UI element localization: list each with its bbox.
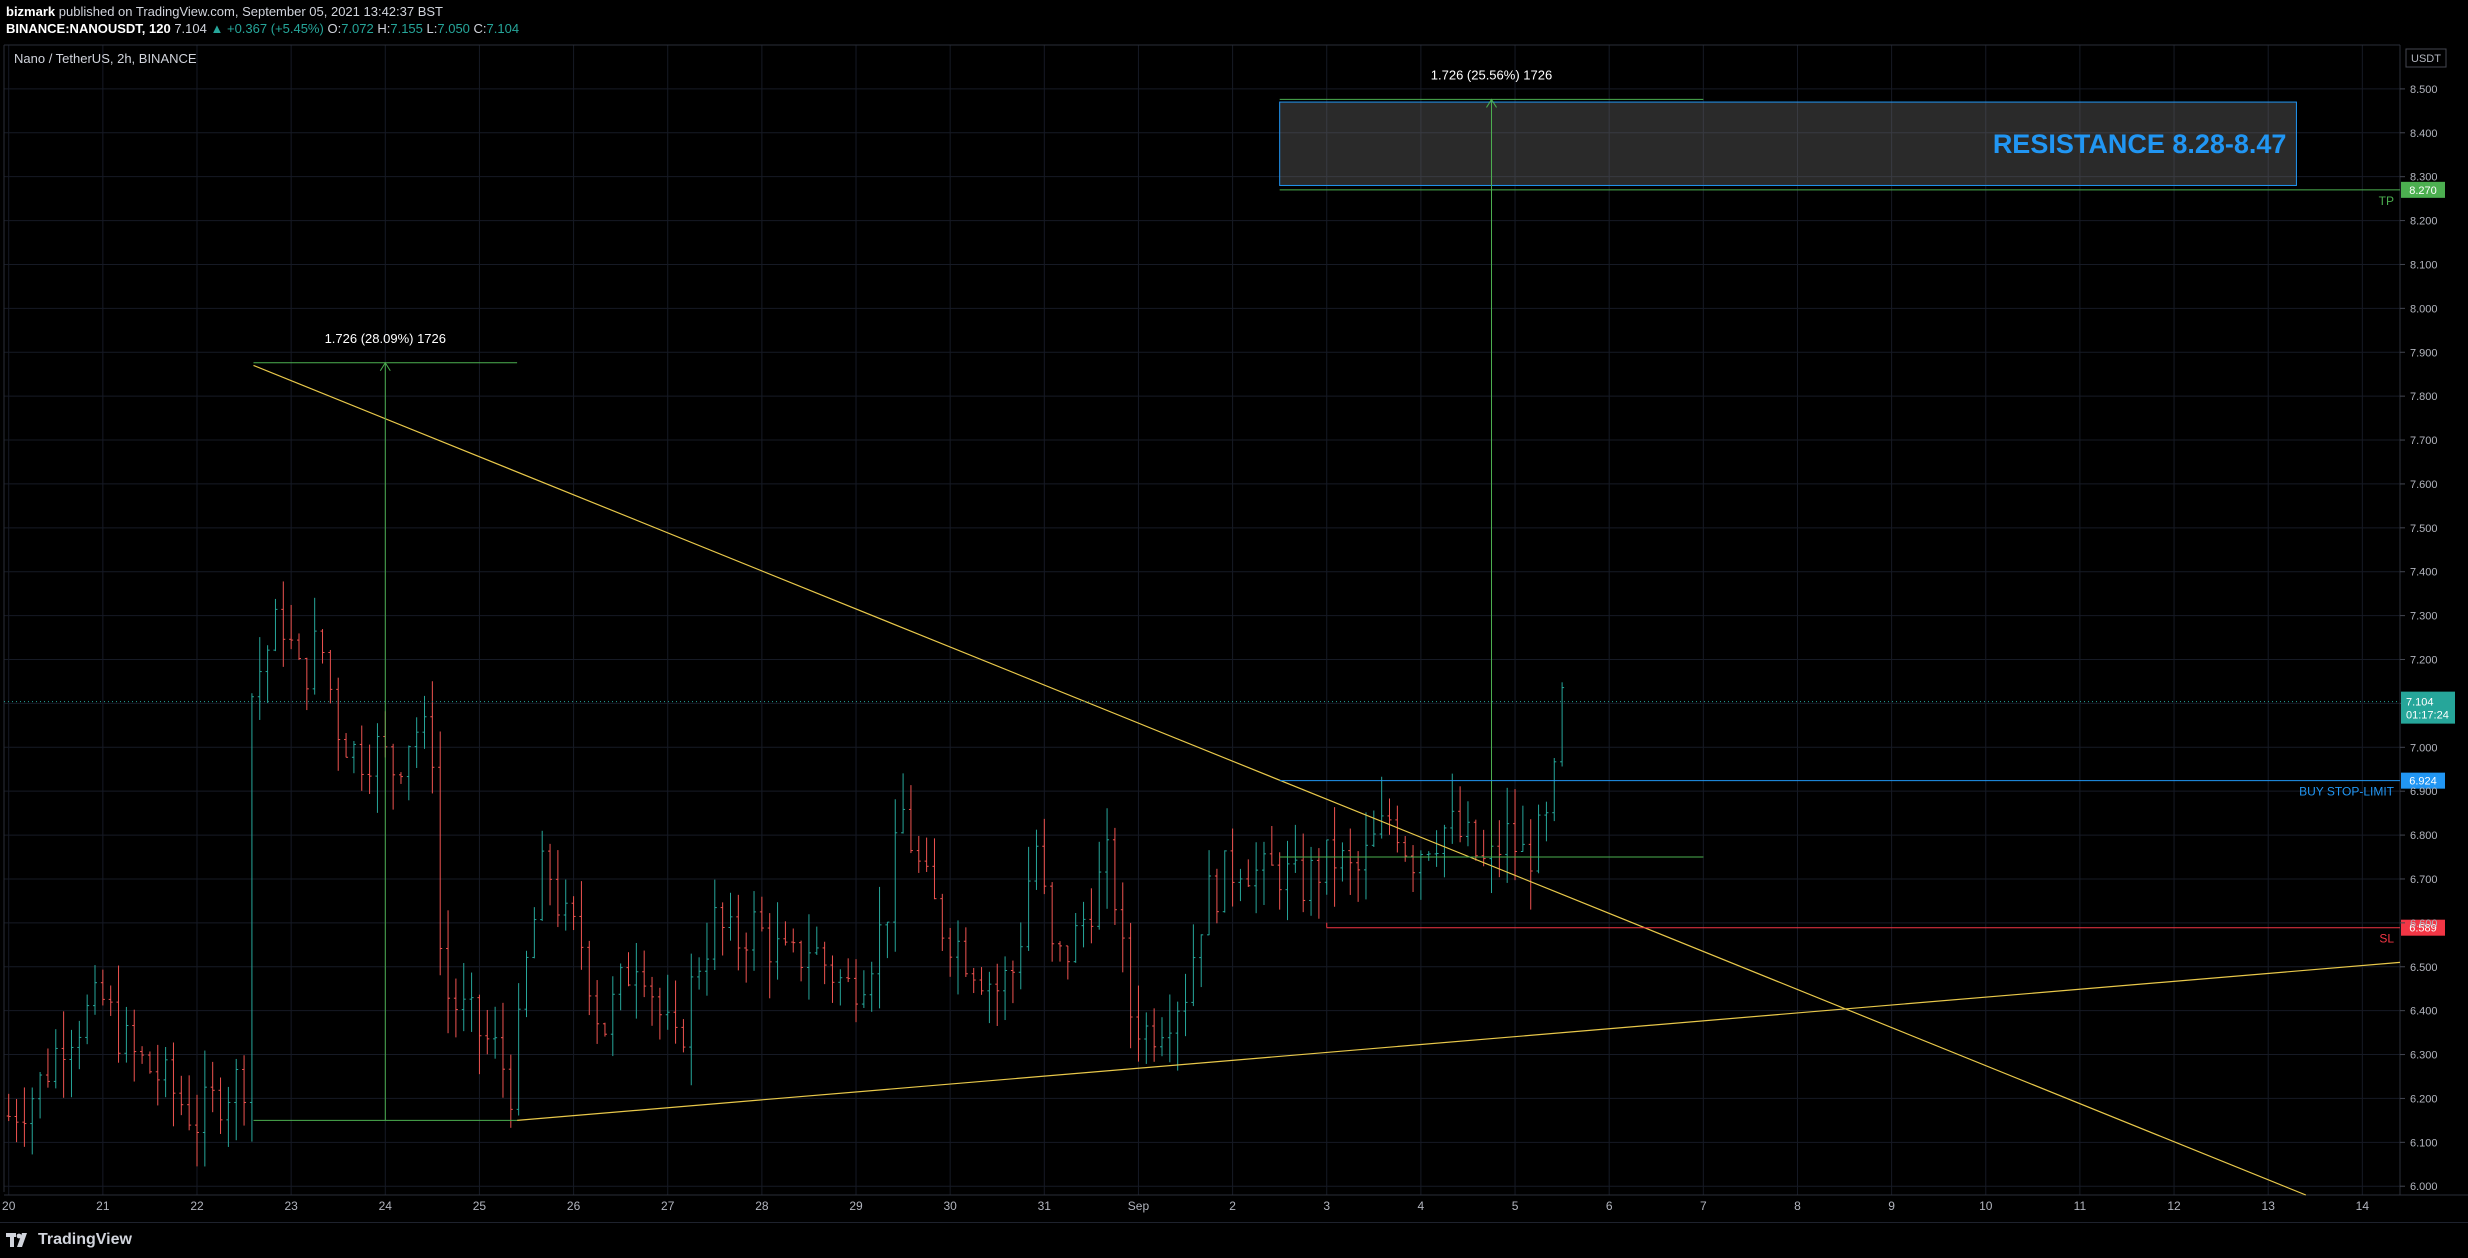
y-tick-label: 6.100: [2410, 1137, 2438, 1149]
x-tick-label: 30: [943, 1199, 957, 1213]
y-tick-label: 6.200: [2410, 1093, 2438, 1105]
y-tick-label: 6.400: [2410, 1006, 2438, 1018]
y-tick-label: 6.800: [2410, 830, 2438, 842]
y-tick-label: 6.000: [2410, 1181, 2438, 1193]
x-tick-label: 28: [755, 1199, 769, 1213]
y-tick-label: 7.900: [2410, 347, 2438, 359]
x-tick-label: Sep: [1128, 1199, 1150, 1213]
x-tick-label: 31: [1038, 1199, 1052, 1213]
x-tick-label: 12: [2167, 1199, 2181, 1213]
last-price-text: 7.104: [2406, 697, 2434, 709]
x-tick-label: 24: [379, 1199, 393, 1213]
x-tick-label: 21: [96, 1199, 110, 1213]
y-tick-label: 7.600: [2410, 479, 2438, 491]
x-tick-label: 27: [661, 1199, 675, 1213]
x-tick-label: 14: [2356, 1199, 2370, 1213]
y-tick-label: 8.100: [2410, 259, 2438, 271]
y-tick-label: 7.500: [2410, 523, 2438, 535]
symbol-line: BINANCE:NANOUSDT, 120 7.104 ▲ +0.367 (+5…: [6, 21, 519, 36]
x-tick-label: 25: [473, 1199, 487, 1213]
y-tick-label: 7.300: [2410, 611, 2438, 623]
x-tick-label: 9: [1888, 1199, 1895, 1213]
footer-bar: TradingView: [0, 1222, 2468, 1258]
y-tick-label: 6.300: [2410, 1050, 2438, 1062]
level-label: TP: [2379, 194, 2394, 208]
symbol-name: BINANCE:NANOUSDT, 120: [6, 21, 171, 36]
x-tick-label: 10: [1979, 1199, 1993, 1213]
level-price-text: 8.270: [2409, 185, 2437, 197]
tradingview-logo[interactable]: TradingView: [6, 1231, 132, 1249]
publish-line: bizmark published on TradingView.com, Se…: [6, 4, 443, 19]
tradingview-logo-icon: [6, 1233, 27, 1247]
chart-title: Nano / TetherUS, 2h, BINANCE: [14, 51, 197, 66]
x-tick-label: 4: [1418, 1199, 1425, 1213]
x-tick-label: 6: [1606, 1199, 1613, 1213]
y-tick-label: 7.000: [2410, 742, 2438, 754]
currency-badge: USDT: [2411, 53, 2441, 65]
x-tick-label: 22: [190, 1199, 204, 1213]
level-label: BUY STOP-LIMIT: [2299, 785, 2395, 799]
y-tick-label: 6.500: [2410, 962, 2438, 974]
y-tick-label: 7.200: [2410, 655, 2438, 667]
x-tick-label: 7: [1700, 1199, 1707, 1213]
last-price-countdown: 01:17:24: [2406, 710, 2449, 722]
low-value: 7.050: [437, 21, 470, 36]
resistance-label: RESISTANCE 8.28-8.47: [1993, 129, 2287, 159]
y-tick-label: 8.200: [2410, 216, 2438, 228]
close-label: C:: [473, 21, 487, 36]
x-tick-label: 23: [284, 1199, 298, 1213]
high-value: 7.155: [390, 21, 423, 36]
y-tick-label: 7.800: [2410, 391, 2438, 403]
high-label: H:: [377, 21, 391, 36]
measure-label: 1.726 (25.56%) 1726: [1431, 67, 1552, 82]
publish-header: bizmark published on TradingView.com, Se…: [0, 0, 2468, 42]
close-value: 7.104: [486, 21, 520, 36]
published-text: published on TradingView.com, September …: [58, 4, 444, 19]
x-tick-label: 11: [2074, 1199, 2087, 1213]
x-tick-label: 5: [1512, 1199, 1519, 1213]
price-chart[interactable]: RESISTANCE 8.28-8.47 1.726 (28.09%) 1726…: [0, 0, 2468, 1222]
x-tick-label: 29: [849, 1199, 863, 1213]
y-tick-label: 6.700: [2410, 874, 2438, 886]
x-tick-label: 26: [567, 1199, 581, 1213]
y-tick-label: 8.500: [2410, 84, 2438, 96]
open-value: 7.072: [341, 21, 374, 36]
y-tick-label: 8.300: [2410, 172, 2438, 184]
y-tick-label: 7.700: [2410, 435, 2438, 447]
low-label: L:: [426, 21, 438, 36]
measure-label: 1.726 (28.09%) 1726: [325, 331, 446, 346]
change-text: ▲ +0.367 (+5.45%): [210, 21, 324, 36]
x-tick-label: 8: [1794, 1199, 1801, 1213]
open-label: O:: [327, 21, 342, 36]
y-tick-label: 7.400: [2410, 567, 2438, 579]
x-tick-label: 20: [2, 1199, 16, 1213]
last-price-text: 7.104: [174, 21, 207, 36]
chart-background: [0, 42, 2468, 1222]
y-tick-label: 8.400: [2410, 128, 2438, 140]
y-tick-label: 6.900: [2410, 786, 2438, 798]
tradingview-brand: TradingView: [38, 1231, 132, 1248]
resistance-zone[interactable]: RESISTANCE 8.28-8.47: [1279, 101, 2297, 186]
x-tick-label: 3: [1323, 1199, 1330, 1213]
y-tick-label: 6.600: [2410, 918, 2438, 930]
level-label: SL: [2379, 932, 2394, 946]
author-name[interactable]: bizmark: [6, 4, 55, 19]
x-tick-label: 2: [1229, 1199, 1236, 1213]
y-tick-label: 8.000: [2410, 303, 2438, 315]
x-tick-label: 13: [2262, 1199, 2276, 1213]
